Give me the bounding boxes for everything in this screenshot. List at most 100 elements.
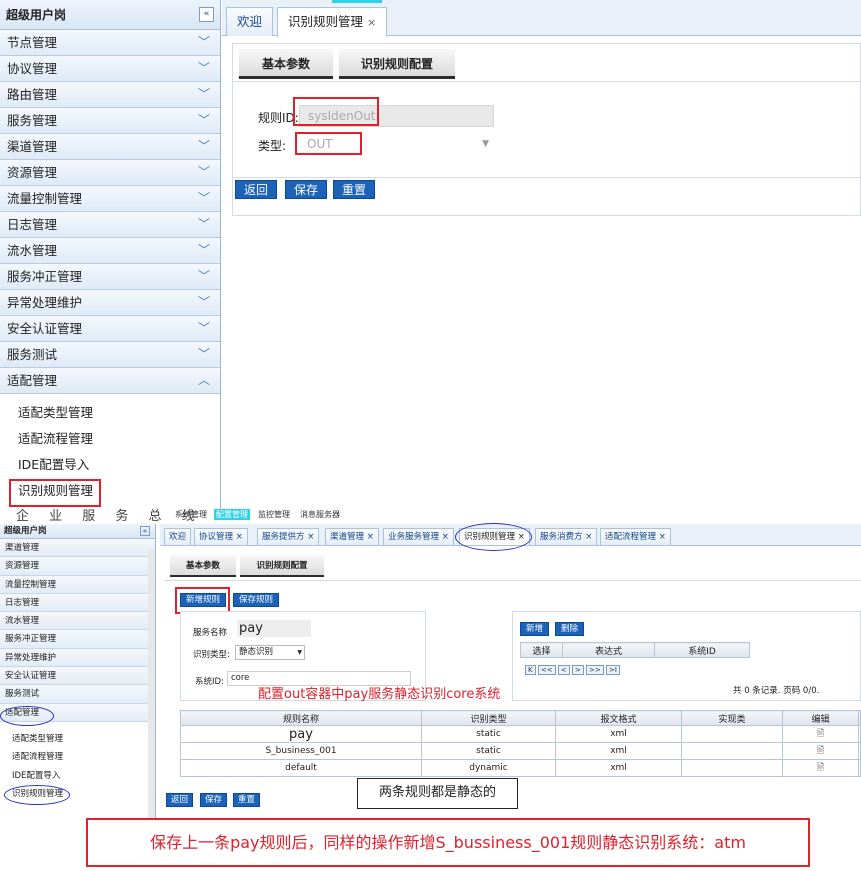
sidebar-item-service[interactable]: 服务管理 ﹀ [0,108,220,134]
annotation-text: 配置out容器中pay服务静态识别core系统 [258,687,501,702]
sidebar-item-journal[interactable]: 流水管理 ﹀ [0,238,220,264]
tab-channel[interactable]: 渠道管理 × [325,528,379,545]
sidebar-item-flow-control[interactable]: 流量控制管理 [0,575,155,594]
menu-message-server[interactable]: 消息服务器 [300,509,340,520]
chevron-down-icon: ﹀ [197,243,210,257]
add-expression-button[interactable]: 新增 [520,622,550,636]
sidebar-sub-ide-import[interactable]: IDE配置导入 [0,452,220,478]
sidebar-item-reversal[interactable]: 服务冲正管理 ﹀ [0,264,220,290]
delete-expression-button[interactable]: 删除 [555,622,585,636]
caption-text: 保存上一条pay规则后，同样的操作新增S_bussiness_001规则静态识别… [150,833,746,852]
bottom-screenshot: 企 业 服 务 总 线 系统管理 配置管理 监控管理 消息服务器 超级用户岗 «… [0,509,861,871]
reset-button[interactable]: 重置 [333,180,376,199]
highlight-box [9,479,101,507]
chevron-down-icon: ﹀ [197,165,210,179]
sidebar-item-security[interactable]: 安全认证管理 [0,667,155,686]
next-page-icon[interactable]: > [571,665,584,675]
sidebar-item-security[interactable]: 安全认证管理 ﹀ [0,316,220,342]
scrollbar[interactable] [148,549,155,829]
last-page-icon[interactable]: >I [605,665,620,675]
prev-page-icon[interactable]: < [557,665,570,675]
collapse-icon[interactable]: « [199,7,214,22]
sidebar-item-label: 流水管理 [7,243,58,258]
menu-config[interactable]: 配置管理 [214,509,250,520]
sidebar-menu: 节点管理 ﹀ 协议管理 ﹀ 路由管理 ﹀ 服务管理 ﹀ 渠道管理 ﹀ 资源管理 ﹀ 流量控制… [0,30,220,394]
prev-fast-icon[interactable]: << [537,665,556,675]
sidebar-item-resource[interactable]: 资源管理 ﹀ [0,160,220,186]
sidebar-sub-adapter-type[interactable]: 适配类型管理 [0,730,155,749]
first-page-icon[interactable]: K [525,665,536,675]
table-row[interactable]: S_business_001 static xml 🖹 [180,742,861,760]
ident-type-select[interactable]: 静态识别 ▼ [235,645,305,660]
caption-box: 保存上一条pay规则后，同样的操作新增S_bussiness_001规则静态识别… [86,818,810,867]
sidebar-item-adapter[interactable]: 适配管理 ︿ [0,368,220,394]
table-row[interactable]: default dynamic xml 🖹 [180,759,861,777]
sidebar-item-exception[interactable]: 异常处理维护 [0,648,155,668]
sidebar-item-service-test[interactable]: 服务测试 [0,685,155,704]
rule-panel: 基本参数 识别规则配置 规则ID: sysIdenOut 类型: OUT ▼ 返回… [232,43,861,216]
tab-consumer[interactable]: 服务消费方 × [535,528,598,545]
edit-icon[interactable]: 🖹 [782,759,859,777]
tab-adapter-flow[interactable]: 适配流程管理 × [600,528,671,545]
edit-icon[interactable]: 🖹 [782,742,859,760]
subtab-basic-params[interactable]: 基本参数 [170,555,236,577]
highlight-box [293,97,379,126]
reset-button[interactable]: 重置 [233,793,261,807]
close-icon[interactable]: × [367,16,376,29]
save-button[interactable]: 保存 [285,180,328,199]
service-name-input[interactable]: pay [237,620,311,637]
sidebar-item-journal[interactable]: 流水管理 [0,612,155,631]
subtab-rule-config[interactable]: 识别规则配置 [339,49,455,79]
back-button[interactable]: 返回 [235,180,278,199]
cell-extra [858,742,861,760]
dropdown-arrow-icon: ▼ [482,139,489,149]
tab-bar: 欢迎 识别规则管理 × [222,0,861,37]
menu-system[interactable]: 系统管理 [175,509,207,520]
sidebar-item-label: 资源管理 [7,165,58,180]
subtab-rule-config[interactable]: 识别规则配置 [240,555,324,577]
bottom-sidebar: 超级用户岗 « 渠道管理 资源管理 流量控制管理 日志管理 流水管理 服务冲正管… [0,524,156,829]
sidebar-item-exception[interactable]: 异常处理维护 ﹀ [0,290,220,316]
next-fast-icon[interactable]: >> [586,665,604,675]
sidebar-sub-adapter-flow[interactable]: 适配流程管理 [0,426,220,452]
back-button[interactable]: 返回 [166,793,194,807]
sidebar-item-log[interactable]: 日志管理 ﹀ [0,212,220,238]
collapse-icon[interactable]: « [140,526,150,536]
highlight-box [295,132,362,155]
sidebar-item-resource[interactable]: 资源管理 [0,557,155,576]
sidebar-item-node[interactable]: 节点管理 ﹀ [0,30,220,56]
tab-label: 识别规则管理 [288,14,364,29]
header-message-format: 报文格式 [555,710,682,726]
sidebar-item-log[interactable]: 日志管理 [0,593,155,613]
menu-monitor[interactable]: 监控管理 [258,509,290,520]
sidebar-item-reversal[interactable]: 服务冲正管理 [0,630,155,649]
sidebar-item-protocol[interactable]: 协议管理 ﹀ [0,56,220,82]
expression-panel: 新增 删除 选择 表达式 系统ID K << < > >> >I 共 0 条记录… [512,611,861,701]
sidebar-sub-ide-import[interactable]: IDE配置导入 [0,767,155,786]
sidebar-item-label: 服务冲正管理 [7,269,83,284]
sidebar-item-channel[interactable]: 渠道管理 [0,539,155,558]
table-row[interactable]: pay static xml 🖹 [180,725,861,743]
sidebar-item-route[interactable]: 路由管理 ﹀ [0,82,220,108]
sidebar-item-label: 节点管理 [7,35,58,50]
cell-impl [681,725,783,743]
tab-welcome[interactable]: 欢迎 [164,528,192,545]
record-summary: 共 0 条记录. 页码 0/0. [733,686,820,696]
ident-type-value: 静态识别 [239,647,274,657]
sidebar-item-flow-control[interactable]: 流量控制管理 ﹀ [0,186,220,212]
save-rule-button[interactable]: 保存规则 [233,593,280,607]
tab-protocol[interactable]: 协议管理 × [194,528,248,545]
tab-provider[interactable]: 服务提供方 × [257,528,320,545]
sidebar-sub-adapter-type[interactable]: 适配类型管理 [0,400,220,426]
highlight-box [175,587,230,614]
tab-ident-rule[interactable]: 识别规则管理 × [277,7,388,37]
sidebar-sub-adapter-flow[interactable]: 适配流程管理 [0,748,155,767]
tab-welcome[interactable]: 欢迎 [226,7,274,36]
tab-business-service[interactable]: 业务服务管理 × [383,528,454,545]
save-button[interactable]: 保存 [200,793,228,807]
subtab-basic-params[interactable]: 基本参数 [239,49,333,79]
sidebar-item-service-test[interactable]: 服务测试 ﹀ [0,342,220,368]
edit-icon[interactable]: 🖹 [782,725,859,743]
sidebar-item-channel[interactable]: 渠道管理 ﹀ [0,134,220,160]
header-ident-type: 识别类型 [421,710,556,726]
